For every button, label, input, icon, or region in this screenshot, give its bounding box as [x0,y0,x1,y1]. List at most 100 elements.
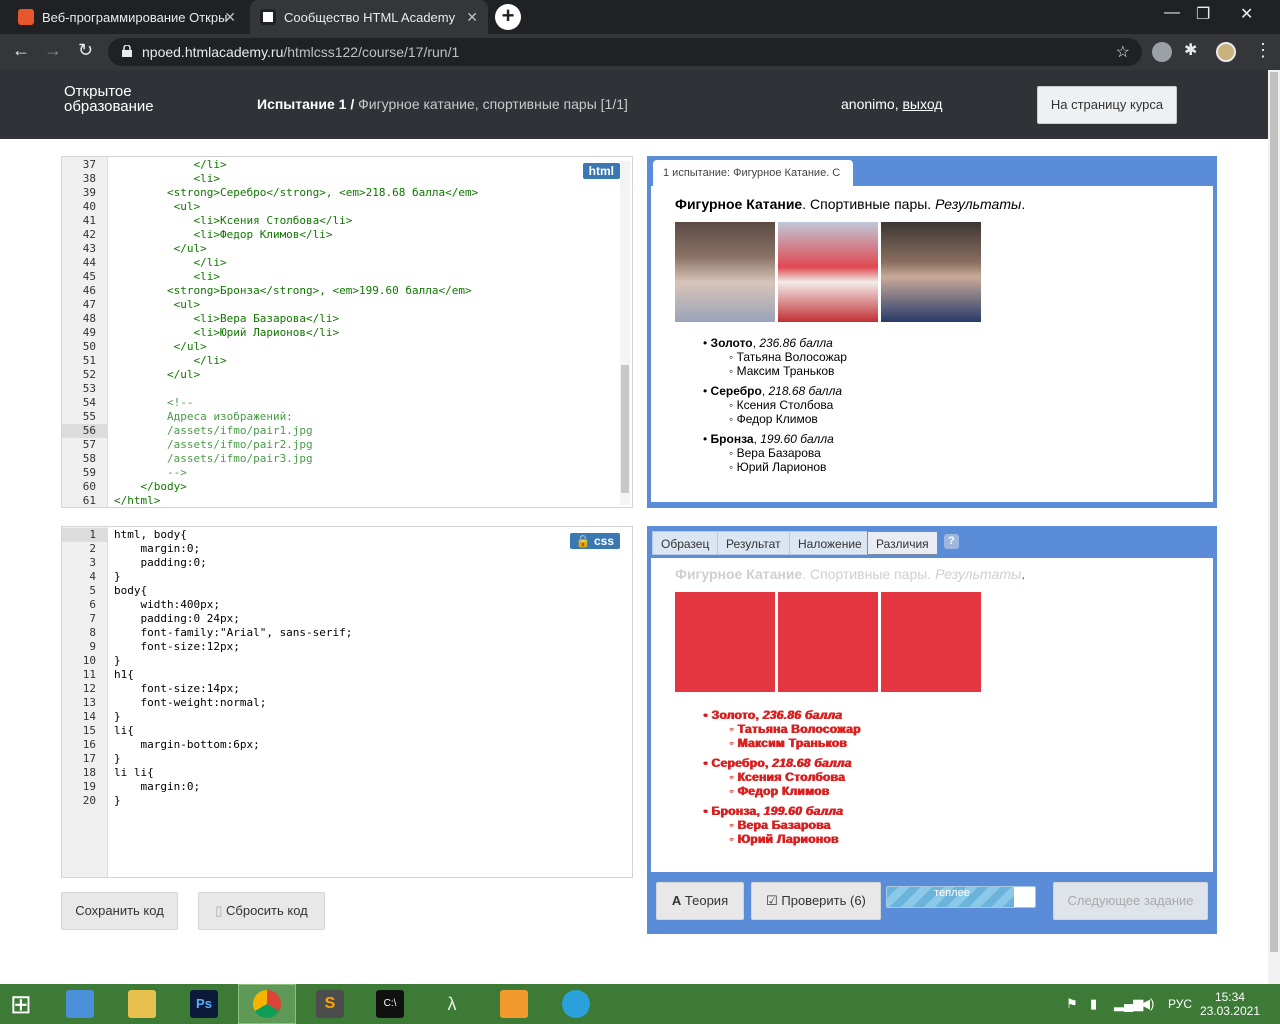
tray-signal-icon[interactable]: ▂▄▆ [1114,996,1143,1012]
code-line: </html> [114,494,161,507]
puzzle-icon[interactable]: ✱ [1184,40,1197,60]
new-tab-button[interactable]: + [495,4,521,30]
line-number: 49 [82,326,96,339]
reload-icon[interactable]: ↻ [78,40,93,61]
medal-name: Бронза [711,804,756,818]
sublime-icon[interactable]: S [316,990,344,1018]
clock[interactable]: 15:34 23.03.2021 [1200,990,1260,1018]
medal-line: • Золото, 236.86 балла [703,708,860,722]
next-task-button[interactable]: Следующее задание [1053,882,1208,920]
site-header: Открытое образование Испытание 1 / Фигур… [0,70,1268,139]
tray-volume-icon[interactable]: ◀) [1140,996,1154,1012]
bullet-icon: • [703,756,712,770]
save-code-button[interactable]: Сохранить код [61,892,178,930]
medal-item: • Бронза, 199.60 балла ◦ Вера Базарова ◦ Ю… [703,804,860,846]
browser-toolbar: ← → ↻ npoed.htmlacademy.ru/htmlcss122/co… [0,34,1280,70]
line-number: 60 [82,480,96,493]
line-number: 56 [82,424,96,437]
heading-plain: . Спортивные пары. [802,196,932,212]
lock-icon [122,45,132,57]
medal-name: Серебро [711,756,765,770]
medal-item: • Золото, 236.86 балла ◦ Татьяна Волосожа… [703,708,860,750]
check-button[interactable]: ☑ Проверить (6) [751,882,881,920]
preview-tab[interactable]: 1 испытание: Фигурное Катание. С [653,160,853,186]
bullet-icon: • [703,708,712,722]
control-panel-icon[interactable] [66,990,94,1018]
editor-scrollbar[interactable] [620,161,630,505]
pair2-diff [778,592,878,692]
reset-code-button[interactable]: ▯ Сбросить код [198,892,325,930]
extension-icon[interactable] [1152,42,1172,62]
pair3-diff [881,592,981,692]
file-explorer-icon[interactable] [128,990,156,1018]
theory-button[interactable]: A Теория [656,882,744,920]
terminal-icon[interactable]: C:\ [376,990,404,1018]
line-number: 45 [82,270,96,283]
chrome-taskbar-slot[interactable] [238,984,296,1024]
pdf-icon[interactable] [500,990,528,1018]
editor-scrollbar-thumb[interactable] [621,365,629,493]
logout-link[interactable]: выход [902,96,942,112]
line-number: 48 [82,312,96,325]
line-number: 61 [82,494,96,507]
telegram-icon[interactable] [562,990,590,1018]
bullet-icon: • [703,336,711,350]
medal-line: • Бронза, 199.60 балла [703,804,860,818]
code-line: body{ [114,584,148,597]
athlete-name: ◦ Ксения Столбова [729,398,834,412]
medal-line: • Серебро, 218.68 балла [703,384,847,398]
windows-taskbar: ⊞ Ps S C:\ λ ⚑ ▮ ▂▄▆ ◀) РУС 15:34 23.03.… [0,984,1280,1024]
tab-result[interactable]: Результат [717,531,790,555]
back-icon[interactable]: ← [12,40,30,61]
reset-code-label: Сбросить код [226,903,308,918]
medal-item: • Золото, 236.86 балла ◦ Татьяна Волосожа… [703,336,847,378]
line-number: 51 [82,354,96,367]
course-page-button[interactable]: На страницу курса [1037,86,1177,124]
close-tab-icon[interactable]: ✕ [466,9,478,26]
bookmark-star-icon[interactable]: ☆ [1116,42,1130,62]
minimize-icon[interactable]: — [1164,4,1180,22]
browser-tab-2[interactable]: Сообщество HTML Academy ✕ [250,0,488,34]
code-line: </li> [114,354,227,367]
code-line: li{ [114,724,134,737]
xmind-icon[interactable]: λ [438,990,466,1018]
css-editor[interactable]: 1 html, body{2 margin:0; 3 padding:0; 4} 5 bo… [61,526,633,878]
html-editor[interactable]: 37 </li> 38 <li> 39 <strong>Серебро</stron… [61,156,633,508]
tab-sample[interactable]: Образец [652,531,719,555]
medal-item: • Серебро, 218.68 балла ◦ Ксения Столбова… [703,756,860,798]
progress-label: теплее [934,887,970,899]
athlete-name: ◦ Вера Базарова [729,818,831,832]
photoshop-icon[interactable]: Ps [190,990,218,1018]
page-scrollbar-thumb[interactable] [1270,72,1278,952]
menu-dots-icon[interactable]: ⋮ [1254,40,1272,61]
logo[interactable]: Открытое образование [64,84,154,114]
code-line: margin-bottom:6px; [114,738,260,751]
challenge-label: Испытание 1 / [257,96,355,112]
forward-icon[interactable]: → [44,40,62,61]
restore-icon[interactable]: ❐ [1196,4,1210,24]
tab-differences[interactable]: Различия [867,531,938,555]
line-number: 18 [82,766,96,779]
diff-heading: Фигурное Катание. Спортивные пары. Резул… [675,566,1025,582]
tab-title: Сообщество HTML Academy [284,9,456,25]
start-icon[interactable]: ⊞ [10,990,38,1018]
help-icon[interactable]: ? [944,534,959,549]
tray-battery-icon[interactable]: ▮ [1090,996,1097,1012]
code-line: /assets/ifmo/pair3.jpg [114,452,313,465]
page-scrollbar[interactable] [1268,70,1280,984]
code-line: } [114,570,121,583]
close-tab-icon[interactable]: ✕ [224,9,236,26]
profile-avatar-icon[interactable] [1216,42,1236,62]
line-number: 2 [89,542,96,555]
diff-frame: Фигурное Катание. Спортивные пары. Резул… [651,558,1213,872]
check-label: Проверить (6) [781,893,866,908]
language-indicator[interactable]: РУС [1168,997,1192,1011]
window-close-icon[interactable]: ✕ [1240,4,1253,24]
athlete-name: ◦ Юрий Ларионов [729,832,839,846]
browser-tab-1[interactable]: Веб-программирование Откры ✕ [8,0,246,34]
code-line: h1{ [114,668,134,681]
tab-overlay[interactable]: Наложение [789,531,871,555]
address-bar[interactable]: npoed.htmlacademy.ru/htmlcss122/course/1… [108,38,1142,66]
line-number: 5 [89,584,96,597]
tray-network-icon[interactable]: ⚑ [1066,996,1078,1012]
